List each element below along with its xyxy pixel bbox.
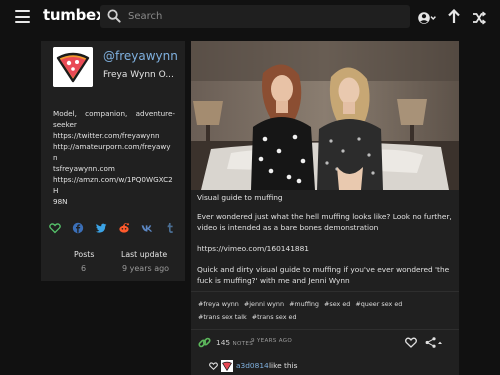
profile-display-name: Freya Wynn O...: [103, 70, 174, 80]
divider: [191, 291, 459, 292]
twitter-icon[interactable]: [95, 219, 107, 233]
vk-icon[interactable]: [141, 219, 153, 232]
note-action: like this: [269, 361, 298, 370]
reddit-icon[interactable]: [118, 219, 130, 233]
post-video-thumbnail[interactable]: [191, 41, 459, 190]
note-item: a3d0814 like this: [209, 360, 449, 374]
profile-bio: Model, companion, adventure- seeker http…: [53, 108, 175, 207]
bio-line: seeker: [53, 120, 77, 129]
post-paragraph: Ever wondered just what the hell muffing…: [197, 212, 452, 232]
post-tags: #freya wynn #jenni wynn #muffing #sex ed…: [198, 298, 448, 324]
top-bar: tumbex: [0, 0, 500, 34]
post-paragraph: Quick and dirty visual guide to muffing …: [197, 265, 450, 285]
last-update-label: Last update: [121, 250, 168, 259]
bio-link-twitter[interactable]: https://twitter.com/freyawynn: [53, 130, 175, 141]
post-title: Visual guide to muffing: [197, 193, 283, 202]
like-icon[interactable]: [405, 337, 417, 348]
divider: [191, 329, 459, 330]
tag-link[interactable]: #queer sex ed: [355, 300, 402, 308]
account-icon: [418, 12, 436, 24]
chevron-down-icon: [430, 16, 436, 21]
tag-link[interactable]: #freya wynn: [198, 300, 239, 308]
tag-link[interactable]: #muffing: [289, 300, 319, 308]
note-avatar[interactable]: [221, 360, 233, 372]
avatar[interactable]: [53, 47, 93, 87]
tag-link[interactable]: #trans sex ed: [252, 313, 297, 321]
arrow-up-icon: [448, 8, 460, 23]
share-row: [49, 219, 179, 234]
link-icon[interactable]: [198, 336, 211, 349]
search-bar[interactable]: [100, 5, 410, 28]
notes-count[interactable]: 145 NOTES: [216, 338, 253, 347]
tumblr-icon[interactable]: [164, 219, 176, 233]
menu-icon[interactable]: [15, 10, 30, 23]
like-small-icon: [209, 362, 218, 370]
post-body: Ever wondered just what the hell muffing…: [197, 211, 455, 296]
facebook-icon[interactable]: [72, 219, 84, 234]
search-input[interactable]: [128, 7, 398, 26]
share-icon[interactable]: [425, 337, 443, 348]
account-menu-button[interactable]: [418, 10, 436, 24]
random-icon: [473, 11, 487, 25]
post-meta: 145 NOTES 9 YEARS AGO: [198, 335, 456, 351]
site-logo[interactable]: tumbex: [43, 6, 106, 24]
bio-line: Model, companion, adventure-: [53, 109, 175, 118]
random-button[interactable]: [472, 10, 487, 25]
tag-link[interactable]: #jenni wynn: [244, 300, 284, 308]
bio-link-amazon-cont[interactable]: 98N: [53, 196, 175, 207]
bio-link-amateurporn-cont[interactable]: tsfreyawynn.com: [53, 163, 175, 174]
tag-link[interactable]: #trans sex talk: [198, 313, 247, 321]
note-username[interactable]: a3d0814: [236, 361, 269, 370]
post-vimeo-link[interactable]: https://vimeo.com/160141881: [197, 243, 455, 254]
tag-link[interactable]: #sex ed: [324, 300, 350, 308]
post-card: Visual guide to muffing Ever wondered ju…: [191, 41, 459, 375]
bio-link-amazon[interactable]: https://amzn.com/w/1PQ0WGXC2H: [53, 174, 175, 196]
posts-label: Posts: [74, 250, 95, 259]
search-icon: [107, 9, 121, 23]
pizza-avatar-image: [53, 47, 93, 87]
profile-card: @freyawynn Freya Wynn O... Model, compan…: [41, 41, 185, 281]
heart-icon[interactable]: [49, 219, 61, 234]
scroll-top-button[interactable]: [447, 8, 461, 24]
posts-count: 6: [81, 264, 87, 273]
post-time-ago: 9 YEARS AGO: [251, 338, 293, 344]
caret-up-icon: [438, 341, 442, 344]
bio-link-amateurporn[interactable]: http://amateurporn.com/freyawyn: [53, 141, 175, 163]
last-update-value: 9 years ago: [122, 264, 170, 273]
profile-username[interactable]: @freyawynn: [103, 49, 178, 63]
